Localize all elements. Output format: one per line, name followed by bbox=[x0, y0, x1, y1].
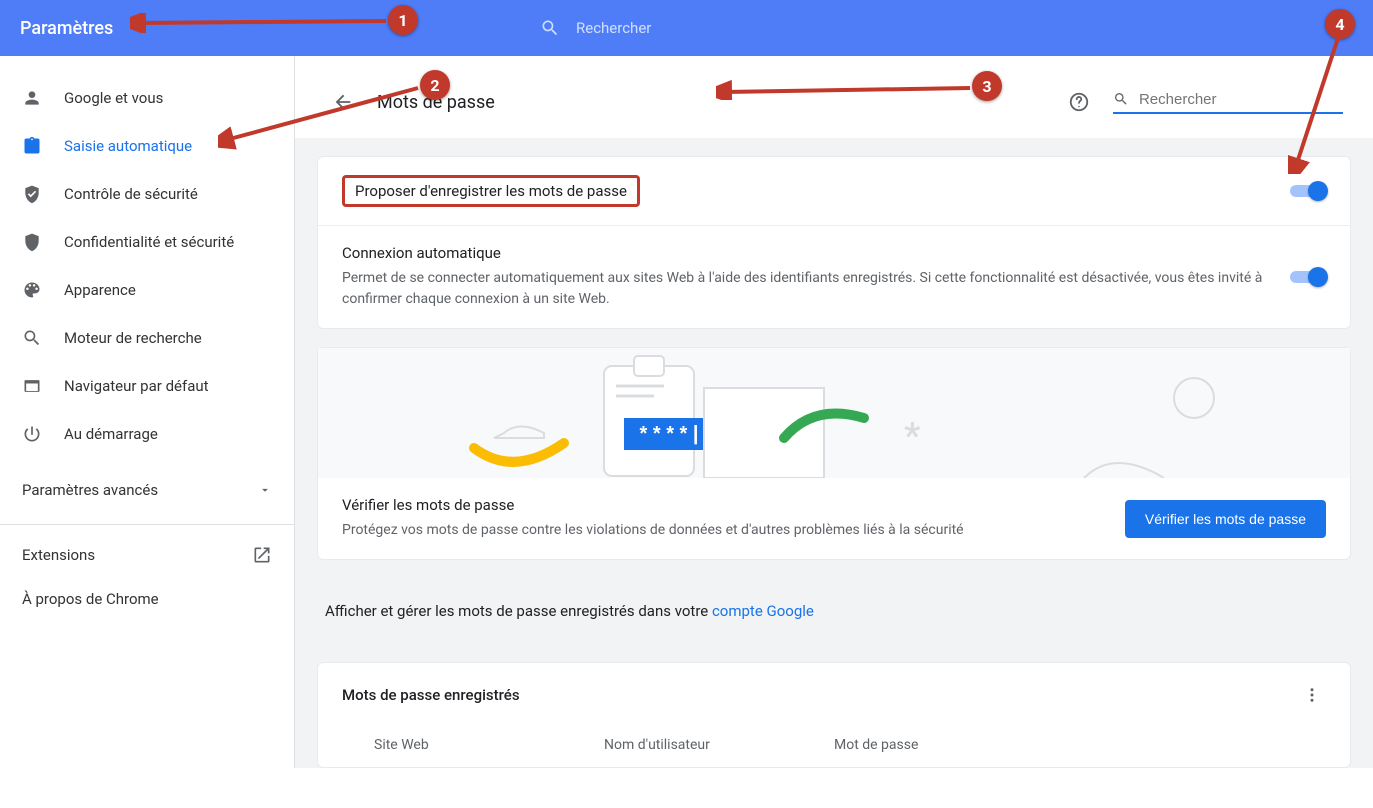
offer-save-passwords-label: Proposer d'enregistrer les mots de passe bbox=[355, 182, 627, 200]
topbar-right: Rechercher bbox=[520, 0, 1373, 56]
sidebar-item-label: Contrôle de sécurité bbox=[64, 185, 198, 203]
sidebar-item-on-startup[interactable]: Au démarrage bbox=[0, 410, 294, 458]
caret-down-icon bbox=[258, 483, 272, 497]
app-title: Paramètres bbox=[20, 18, 113, 39]
sidebar-item-privacy-security[interactable]: Confidentialité et sécurité bbox=[0, 218, 294, 266]
sidebar-item-label: Confidentialité et sécurité bbox=[64, 233, 234, 251]
advanced-label: Paramètres avancés bbox=[22, 481, 158, 499]
global-search-placeholder: Rechercher bbox=[576, 19, 651, 37]
sidebar-item-appearance[interactable]: Apparence bbox=[0, 266, 294, 314]
sidebar-item-label: Google et vous bbox=[64, 89, 163, 107]
annotation-highlight: Proposer d'enregistrer les mots de passe bbox=[342, 175, 640, 207]
manage-passwords-text: Afficher et gérer les mots de passe enre… bbox=[295, 578, 1373, 644]
sidebar-item-label: Saisie automatique bbox=[64, 137, 192, 155]
saved-passwords-card: Mots de passe enregistrés Site Web Nom d… bbox=[317, 662, 1351, 768]
topbar-left: Paramètres bbox=[0, 0, 520, 56]
sidebar-item-label: Navigateur par défaut bbox=[64, 377, 209, 395]
page-header: Mots de passe bbox=[295, 56, 1373, 138]
search-icon bbox=[22, 328, 42, 348]
help-icon bbox=[1068, 91, 1090, 113]
back-button[interactable] bbox=[325, 84, 361, 120]
column-password: Mot de passe bbox=[834, 737, 1326, 753]
sidebar-item-label: Au démarrage bbox=[64, 425, 158, 443]
password-settings-card: Proposer d'enregistrer les mots de passe… bbox=[317, 156, 1351, 329]
password-check-card: * * * * | * Vérifier les mots de passe P… bbox=[317, 347, 1351, 560]
sidebar-item-autofill[interactable]: Saisie automatique bbox=[0, 122, 294, 170]
auto-signin-description: Permet de se connecter automatiquement a… bbox=[342, 268, 1290, 310]
page-search[interactable] bbox=[1113, 90, 1343, 114]
settings-sidebar: Google et vous Saisie automatique Contrô… bbox=[0, 56, 295, 768]
saved-passwords-more-button[interactable] bbox=[1298, 681, 1326, 709]
verify-passwords-row: Vérifier les mots de passe Protégez vos … bbox=[318, 478, 1350, 559]
sidebar-item-about-chrome[interactable]: À propos de Chrome bbox=[0, 577, 294, 621]
sidebar-item-label: Apparence bbox=[64, 281, 136, 299]
offer-save-passwords-row: Proposer d'enregistrer les mots de passe bbox=[318, 157, 1350, 226]
browser-icon bbox=[22, 376, 42, 396]
more-vert-icon bbox=[1303, 686, 1321, 704]
divider bbox=[0, 524, 294, 525]
verify-title: Vérifier les mots de passe bbox=[342, 496, 1105, 514]
auto-signin-toggle[interactable] bbox=[1290, 267, 1326, 287]
shield-check-icon bbox=[22, 184, 42, 204]
saved-passwords-heading: Mots de passe enregistrés bbox=[342, 686, 520, 704]
advanced-settings-toggle[interactable]: Paramètres avancés bbox=[0, 466, 294, 514]
auto-signin-row: Connexion automatique Permet de se conne… bbox=[318, 226, 1350, 328]
search-icon bbox=[540, 18, 560, 38]
sidebar-item-label: Moteur de recherche bbox=[64, 329, 202, 347]
global-search[interactable]: Rechercher bbox=[540, 18, 651, 38]
sidebar-item-search-engine[interactable]: Moteur de recherche bbox=[0, 314, 294, 362]
clipboard-icon bbox=[22, 136, 42, 156]
sidebar-item-extensions[interactable]: Extensions bbox=[0, 533, 294, 577]
main-area: Google et vous Saisie automatique Contrô… bbox=[0, 56, 1373, 768]
open-in-new-icon bbox=[252, 545, 272, 565]
arrow-left-icon bbox=[332, 91, 354, 113]
page-search-input[interactable] bbox=[1139, 91, 1343, 108]
password-illustration: * * * * | * bbox=[318, 348, 1350, 478]
person-icon bbox=[22, 88, 42, 108]
content-column: Mots de passe Proposer d'enregistrer les… bbox=[295, 56, 1373, 768]
palette-icon bbox=[22, 280, 42, 300]
extensions-label: Extensions bbox=[22, 546, 95, 564]
help-button[interactable] bbox=[1063, 86, 1095, 118]
column-username: Nom d'utilisateur bbox=[604, 737, 834, 753]
google-account-link[interactable]: compte Google bbox=[712, 602, 814, 620]
sidebar-item-default-browser[interactable]: Navigateur par défaut bbox=[0, 362, 294, 410]
svg-text:*: * bbox=[904, 415, 921, 457]
column-site: Site Web bbox=[374, 737, 604, 753]
sidebar-item-google-and-you[interactable]: Google et vous bbox=[0, 74, 294, 122]
offer-save-passwords-toggle[interactable] bbox=[1290, 181, 1326, 201]
top-app-bar: Paramètres Rechercher bbox=[0, 0, 1373, 56]
search-icon bbox=[1113, 90, 1129, 108]
sidebar-item-safety-check[interactable]: Contrôle de sécurité bbox=[0, 170, 294, 218]
shield-icon bbox=[22, 232, 42, 252]
manage-prefix: Afficher et gérer les mots de passe enre… bbox=[325, 602, 712, 620]
saved-passwords-table-header: Site Web Nom d'utilisateur Mot de passe bbox=[318, 715, 1350, 767]
auto-signin-title: Connexion automatique bbox=[342, 244, 1290, 262]
svg-text:* * * * |: * * * * | bbox=[640, 423, 699, 445]
page-title: Mots de passe bbox=[377, 92, 495, 113]
verify-description: Protégez vos mots de passe contre les vi… bbox=[342, 520, 1105, 541]
power-icon bbox=[22, 424, 42, 444]
about-label: À propos de Chrome bbox=[22, 590, 159, 608]
verify-passwords-button[interactable]: Vérifier les mots de passe bbox=[1125, 500, 1326, 538]
